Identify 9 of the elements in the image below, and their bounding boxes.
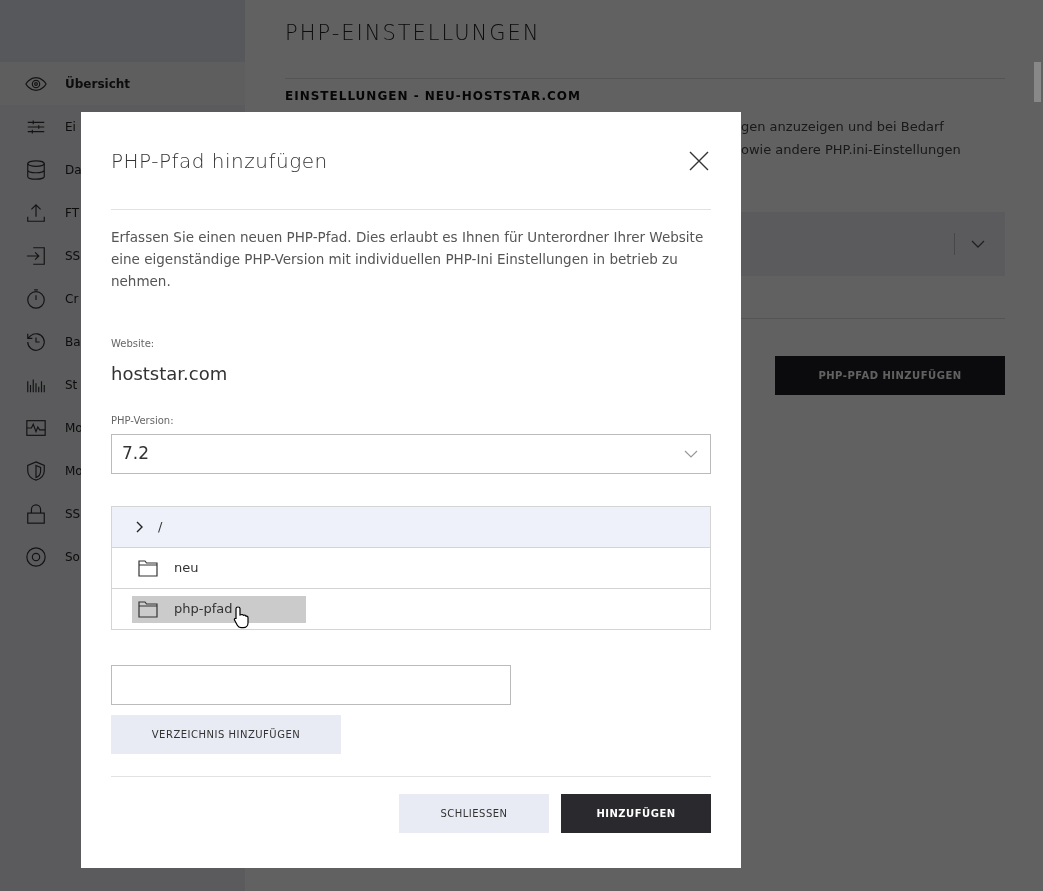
website-label: Website: [111, 337, 156, 351]
website-value: hoststar.com [111, 362, 229, 386]
description-text: owie andere PHP.ini-Einstellungen [741, 141, 962, 159]
php-version-label: PHP-Version: [111, 414, 175, 428]
dialog-title: PHP-Pfad hinzufügen [111, 147, 328, 175]
page-title: PHP-EINSTELLUNGEN [285, 20, 542, 47]
dialog-description: Erfassen Sie einen neuen PHP-Pfad. Dies erlaubt es Ihnen für Unterordner Ihrer Website eine eigenständige PHP-Version mit individuellen PHP-Ini Einstellungen in betrieb zu nehmen. [111, 228, 705, 291]
section-heading: EINSTELLUNGEN - NEU-HOSTSTAR.COM [285, 87, 582, 105]
description-text: gen anzuzeigen und bei Bedarf [741, 117, 945, 136]
